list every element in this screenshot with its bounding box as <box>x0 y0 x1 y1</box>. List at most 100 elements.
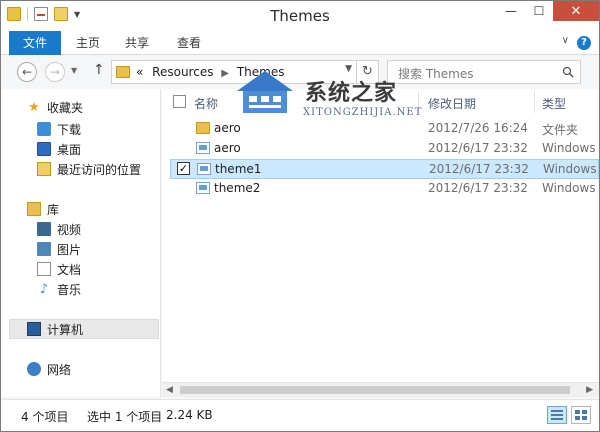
tab-file[interactable]: 文件 <box>9 31 61 55</box>
video-icon <box>37 222 51 236</box>
item-count: 4 个项目 <box>21 410 69 424</box>
column-type[interactable]: 类型 <box>542 95 566 112</box>
computer-icon <box>27 322 41 336</box>
table-row-selected[interactable]: ✓ theme1 2012/6/17 23:32 Windows <box>170 159 599 179</box>
sidebar-item-downloads[interactable]: 下载 <box>1 119 161 139</box>
details-view-button[interactable] <box>547 406 567 424</box>
sidebar-item-computer[interactable]: 计算机 <box>9 319 159 339</box>
scroll-thumb[interactable] <box>180 386 570 394</box>
file-name: aero <box>214 141 241 155</box>
maximize-button[interactable]: ☐ <box>525 1 553 21</box>
breadcrumb-separator-icon[interactable]: ▶ <box>217 68 233 79</box>
recent-places-icon <box>37 162 51 176</box>
file-type: Windows <box>542 141 596 155</box>
selection-count: 选中 1 个项目 <box>87 410 163 424</box>
selection-size: 2.24 KB <box>166 408 213 422</box>
address-folder-icon <box>116 66 130 78</box>
explorer-window: ▼ Themes — ☐ ✕ 文件 主页 共享 查看 ∨ ? ← → ▼ ↑ «… <box>0 0 600 432</box>
sidebar-item-label: 文档 <box>57 262 82 277</box>
breadcrumb-resources[interactable]: Resources <box>152 65 213 79</box>
expand-ribbon-icon[interactable]: ∨ <box>562 35 569 46</box>
file-date: 2012/6/17 23:32 <box>428 181 528 195</box>
horizontal-scrollbar[interactable]: ◀ ▶ <box>162 382 599 397</box>
sidebar-item-label: 收藏夹 <box>47 100 84 115</box>
sidebar-item-network[interactable]: 网络 <box>1 359 161 379</box>
tab-home[interactable]: 主页 <box>76 31 100 55</box>
breadcrumb-themes[interactable]: Themes <box>237 65 285 79</box>
sidebar-item-label: 最近访问的位置 <box>57 162 142 177</box>
address-bar[interactable]: « Resources ▶ Themes ▼ ↻ <box>111 60 379 84</box>
column-divider[interactable] <box>534 91 535 113</box>
theme-file-icon <box>196 182 210 194</box>
sidebar-item-label: 计算机 <box>47 322 84 337</box>
file-type: Windows <box>542 181 596 195</box>
ribbon-tabs: 文件 主页 共享 查看 ∨ ? <box>1 31 599 55</box>
refresh-button[interactable]: ↻ <box>356 61 378 83</box>
search-placeholder: 搜索 Themes <box>398 67 474 81</box>
address-dropdown-icon[interactable]: ▼ <box>345 64 352 74</box>
sidebar-item-recent-places[interactable]: 最近访问的位置 <box>1 159 161 179</box>
file-type: 文件夹 <box>542 123 579 137</box>
close-button[interactable]: ✕ <box>553 1 599 21</box>
sidebar-item-label: 网络 <box>47 362 72 377</box>
folder-icon <box>196 122 210 134</box>
table-row[interactable]: theme2 2012/6/17 23:32 Windows <box>170 179 599 199</box>
recent-locations-icon[interactable]: ▼ <box>71 66 77 75</box>
column-divider[interactable] <box>418 91 419 113</box>
search-input[interactable]: 搜索 Themes <box>387 60 581 84</box>
file-name: theme2 <box>214 181 261 195</box>
scroll-right-icon[interactable]: ▶ <box>586 385 593 395</box>
pictures-icon <box>37 242 51 256</box>
tab-share[interactable]: 共享 <box>125 31 149 55</box>
sidebar-item-label: 图片 <box>57 242 82 257</box>
sidebar-item-libraries[interactable]: 库 <box>1 199 161 219</box>
file-date: 2012/6/17 23:32 <box>429 162 529 176</box>
file-date: 2012/7/26 16:24 <box>428 121 528 135</box>
table-row[interactable]: aero 2012/7/26 16:24 文件夹 <box>170 119 599 139</box>
breadcrumb: « Resources ▶ Themes <box>136 65 284 79</box>
sidebar-item-label: 下载 <box>57 122 82 137</box>
theme-file-icon <box>197 163 211 175</box>
navigation-bar: ← → ▼ ↑ « Resources ▶ Themes ▼ ↻ 搜索 Them… <box>1 56 599 88</box>
file-name: aero <box>214 121 241 135</box>
select-all-checkbox[interactable] <box>173 95 186 108</box>
star-icon: ★ <box>28 99 40 115</box>
documents-icon <box>37 262 51 276</box>
file-date: 2012/6/17 23:32 <box>428 141 528 155</box>
downloads-icon <box>37 122 51 136</box>
column-date[interactable]: 修改日期 <box>428 95 476 112</box>
column-headers: 名称 修改日期 类型 <box>162 89 599 115</box>
tab-view[interactable]: 查看 <box>177 31 201 55</box>
sidebar-item-label: 库 <box>47 202 60 217</box>
column-name[interactable]: 名称 <box>194 95 218 112</box>
sidebar-item-pictures[interactable]: 图片 <box>1 239 161 259</box>
row-checkbox[interactable]: ✓ <box>177 162 190 175</box>
sidebar-item-favorites[interactable]: ★ 收藏夹 <box>1 97 161 117</box>
navigation-pane: ★ 收藏夹 下载 桌面 最近访问的位置 库 视频 图片 文档 ♪ 音乐 计算机 … <box>1 89 161 397</box>
sidebar-item-desktop[interactable]: 桌面 <box>1 139 161 159</box>
sidebar-item-documents[interactable]: 文档 <box>1 259 161 279</box>
network-icon <box>27 362 41 376</box>
forward-button[interactable]: → <box>45 62 65 82</box>
scroll-left-icon[interactable]: ◀ <box>166 385 173 395</box>
sidebar-item-videos[interactable]: 视频 <box>1 219 161 239</box>
file-list: 名称 修改日期 类型 aero 2012/7/26 16:24 文件夹 aero… <box>162 89 599 397</box>
help-icon[interactable]: ? <box>577 36 591 50</box>
theme-file-icon <box>196 142 210 154</box>
desktop-icon <box>37 142 51 156</box>
breadcrumb-overflow[interactable]: « <box>136 65 143 79</box>
file-type: Windows <box>543 162 597 176</box>
up-button[interactable]: ↑ <box>93 62 105 78</box>
library-icon <box>27 202 41 216</box>
minimize-button[interactable]: — <box>497 1 525 21</box>
title-bar: ▼ Themes — ☐ ✕ <box>1 1 599 31</box>
file-name: theme1 <box>215 162 262 176</box>
large-icons-view-button[interactable] <box>571 406 591 424</box>
table-row[interactable]: aero 2012/6/17 23:32 Windows <box>170 139 599 159</box>
window-controls: — ☐ ✕ <box>497 1 599 21</box>
music-icon: ♪ <box>39 281 49 297</box>
sidebar-item-label: 桌面 <box>57 142 82 157</box>
back-button[interactable]: ← <box>17 62 37 82</box>
sidebar-item-music[interactable]: ♪ 音乐 <box>1 279 161 299</box>
search-icon <box>562 66 574 78</box>
